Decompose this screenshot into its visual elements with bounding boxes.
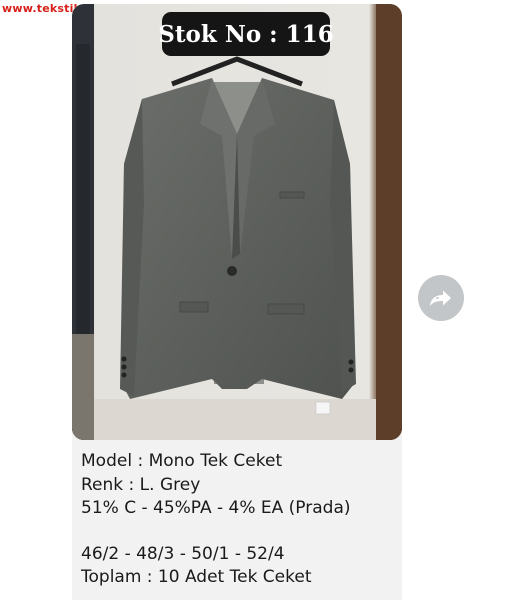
product-photo[interactable]: Stok No : 116 — [72, 4, 402, 440]
stock-number-badge: Stok No : 116 — [158, 12, 334, 56]
caption-line-blank — [81, 521, 399, 543]
message-card: Stok No : 116 Model : Mono Tek Ceket Ren… — [72, 4, 402, 600]
forward-share-button[interactable] — [418, 275, 464, 321]
caption-line-fabric: 51% C - 45%PA - 4% EA (Prada) — [81, 498, 351, 518]
caption-line-color: Renk : L. Grey — [81, 474, 201, 495]
caption-line-total: Toplam : 10 Adet Tek Ceket — [81, 567, 312, 587]
message-caption: Model : Mono Tek Ceket Renk : L. Grey 51… — [81, 450, 399, 590]
forward-share-icon — [430, 290, 451, 306]
caption-line-sizes: 46/2 - 48/3 - 50/1 - 52/4 — [81, 543, 285, 564]
caption-line-model: Model : Mono Tek Ceket — [81, 451, 283, 471]
jacket-image — [72, 4, 402, 440]
